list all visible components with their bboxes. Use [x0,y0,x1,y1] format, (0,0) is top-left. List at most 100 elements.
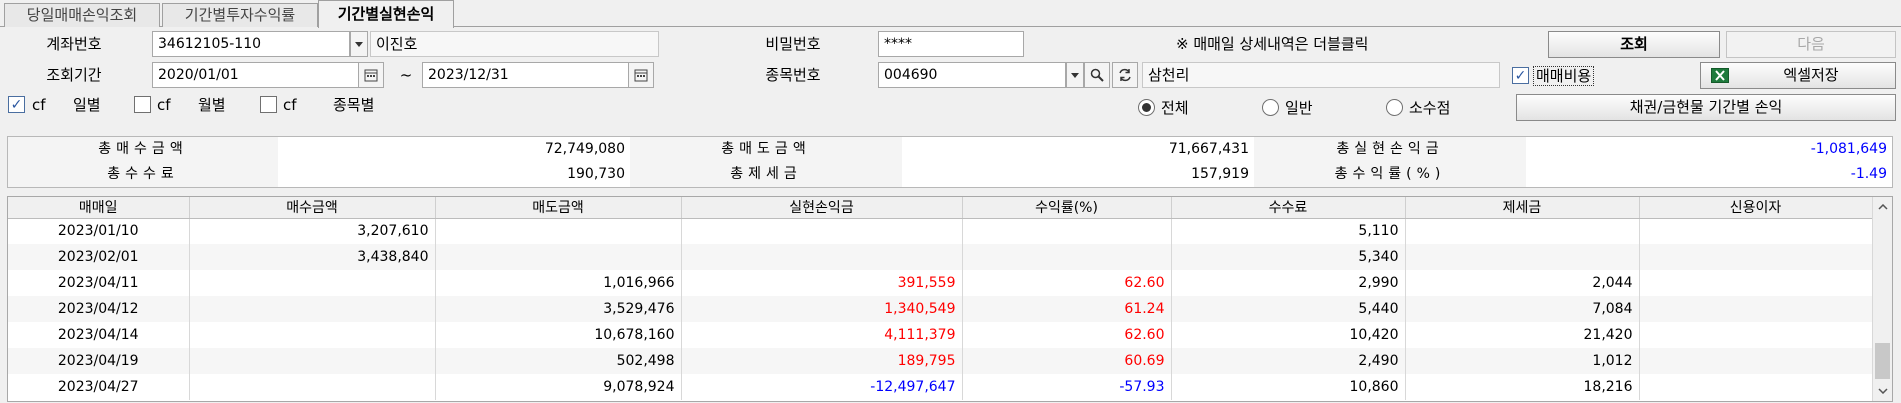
total-sell-value: 71,667,431 [1168,141,1249,157]
table-row[interactable]: 2023/04/11 1,016,966 391,559 62.60 2,990 2,04… [8,270,1873,296]
buy-amount-cell [189,348,436,374]
trade-date-cell: 2023/04/14 [8,322,190,348]
buy-amount-cell [189,374,436,400]
query-button[interactable]: 조회 [1548,31,1720,58]
password-input[interactable]: **** [878,31,1024,57]
fee-cell: 5,110 [1171,218,1406,244]
stock-code-label: 종목번호 [765,66,821,84]
col-sell-amount[interactable]: 매도금액 [435,197,682,219]
fee-cell: 2,990 [1171,270,1406,296]
radio-fraction[interactable] [1386,99,1403,116]
radio-normal[interactable] [1262,99,1279,116]
col-buy-amount[interactable]: 매수금액 [189,197,436,219]
trade-date-cell: 2023/01/10 [8,218,190,244]
monthly-checkbox-label: 월별 [198,96,226,114]
double-click-notice: ※ 매매일 상세내역은 더블클릭 [1176,35,1369,53]
tax-cell [1405,244,1640,270]
fee-cell: 5,340 [1171,244,1406,270]
tax-cell: 21,420 [1405,322,1640,348]
grid-vertical-scrollbar[interactable] [1872,197,1892,401]
realized-pnl-cell: 4,111,379 [681,322,963,348]
stock-search-button[interactable] [1084,62,1110,88]
fee-cell: 10,420 [1171,322,1406,348]
radio-normal-label: 일반 [1285,99,1313,117]
radio-all-label: 전체 [1161,99,1189,117]
date-to-calendar-button[interactable] [628,62,654,88]
table-row[interactable]: 2023/04/12 3,529,476 1,340,549 61.24 5,440 7,… [8,296,1873,322]
date-to-input[interactable]: 2023/12/31 [422,62,630,88]
bond-gold-period-pnl-button[interactable]: 채권/금현물 기간별 손익 [1516,94,1896,121]
radio-fraction-label: 소수점 [1409,99,1451,117]
col-fee[interactable]: 수수료 [1171,197,1406,219]
trade-date-cell: 2023/04/27 [8,374,190,400]
col-yield[interactable]: 수익률(%) [962,197,1172,219]
by-stock-checkbox-prefix: cf [283,96,297,114]
col-credit-interest[interactable]: 신용이자 [1639,197,1873,219]
cost-checkbox-label[interactable]: 매매비용 [1533,66,1595,86]
calendar-icon [634,69,648,82]
account-number-input[interactable]: 34612105-110 [152,31,350,57]
next-button[interactable]: 다음 [1726,31,1896,58]
credit-interest-cell [1639,374,1873,400]
excel-save-button[interactable]: 엑셀저장 [1700,62,1896,89]
col-trade-date[interactable]: 매매일 [8,197,190,219]
refresh-button[interactable] [1112,62,1138,88]
buy-amount-cell [189,322,436,348]
by-stock-checkbox[interactable] [260,96,277,113]
cost-checkbox[interactable]: ✓ [1512,67,1529,84]
chevron-up-icon [1877,204,1888,210]
col-tax[interactable]: 제세금 [1405,197,1640,219]
refresh-icon [1119,68,1131,82]
trade-date-cell: 2023/04/19 [8,348,190,374]
date-from-input[interactable]: 2020/01/01 [152,62,360,88]
table-row[interactable]: 2023/04/14 10,678,160 4,111,379 62.60 10,420… [8,322,1873,348]
radio-all[interactable] [1138,99,1155,116]
sell-amount-cell [435,218,682,244]
checkmark-icon: ✓ [10,96,23,113]
table-row[interactable]: 2023/01/10 3,207,610 5,110 [8,218,1873,244]
credit-interest-cell [1639,296,1873,322]
total-buy-value: 72,749,080 [544,141,625,157]
sell-amount-cell: 502,498 [435,348,682,374]
total-sell-label: 총매도금액 [630,137,902,162]
stock-dropdown-button[interactable] [1066,62,1084,88]
sell-amount-cell: 9,078,924 [435,374,682,400]
yield-cell: 62.60 [962,322,1172,348]
monthly-checkbox[interactable] [134,96,151,113]
scroll-thumb[interactable] [1875,343,1890,379]
tax-cell: 18,216 [1405,374,1640,400]
account-dropdown-button[interactable] [350,31,368,57]
scroll-up-button[interactable] [1873,197,1892,217]
scroll-down-button[interactable] [1873,381,1892,401]
yield-cell [962,244,1172,270]
account-label: 계좌번호 [46,35,102,53]
sell-amount-cell: 10,678,160 [435,322,682,348]
tab-period-investment-yield[interactable]: 기간별투자수익률 [162,3,318,27]
search-icon [1090,68,1104,82]
realized-pnl-cell: 189,795 [681,348,963,374]
total-buy-label: 총매수금액 [8,137,278,162]
buy-amount-cell: 3,207,610 [189,218,436,244]
excel-save-label: 엑셀저장 [1783,66,1839,84]
tax-cell [1405,218,1640,244]
yield-cell: 62.60 [962,270,1172,296]
yield-cell [962,218,1172,244]
daily-checkbox[interactable]: ✓ [8,96,25,113]
sell-amount-cell: 1,016,966 [435,270,682,296]
col-realized-pnl[interactable]: 실현손익금 [681,197,963,219]
tab-daily-trade-pnl[interactable]: 당일매매손익조회 [4,3,160,27]
total-yield-value: -1.49 [1850,166,1887,182]
table-row[interactable]: 2023/02/01 3,438,840 5,340 [8,244,1873,270]
date-from-calendar-button[interactable] [358,62,384,88]
sell-amount-cell: 3,529,476 [435,296,682,322]
table-row[interactable]: 2023/04/19 502,498 189,795 60.69 2,490 1,012 [8,348,1873,374]
realized-pnl-grid[interactable]: 매매일 매수금액 매도금액 실현손익금 수익률(%) 수수료 제세금 신용이자 … [7,196,1893,402]
total-realized-value: -1,081,649 [1810,141,1887,157]
stock-code-input[interactable]: 004690 [878,62,1066,88]
credit-interest-cell [1639,270,1873,296]
table-row[interactable]: 2023/04/27 9,078,924 -12,497,647 -57.93 10,8… [8,374,1873,400]
tab-period-realized-pnl[interactable]: 기간별실현손익 [318,0,454,28]
buy-amount-cell: 3,438,840 [189,244,436,270]
total-yield-label: 총수익률(%) [1254,162,1526,187]
password-label: 비밀번호 [765,35,821,53]
